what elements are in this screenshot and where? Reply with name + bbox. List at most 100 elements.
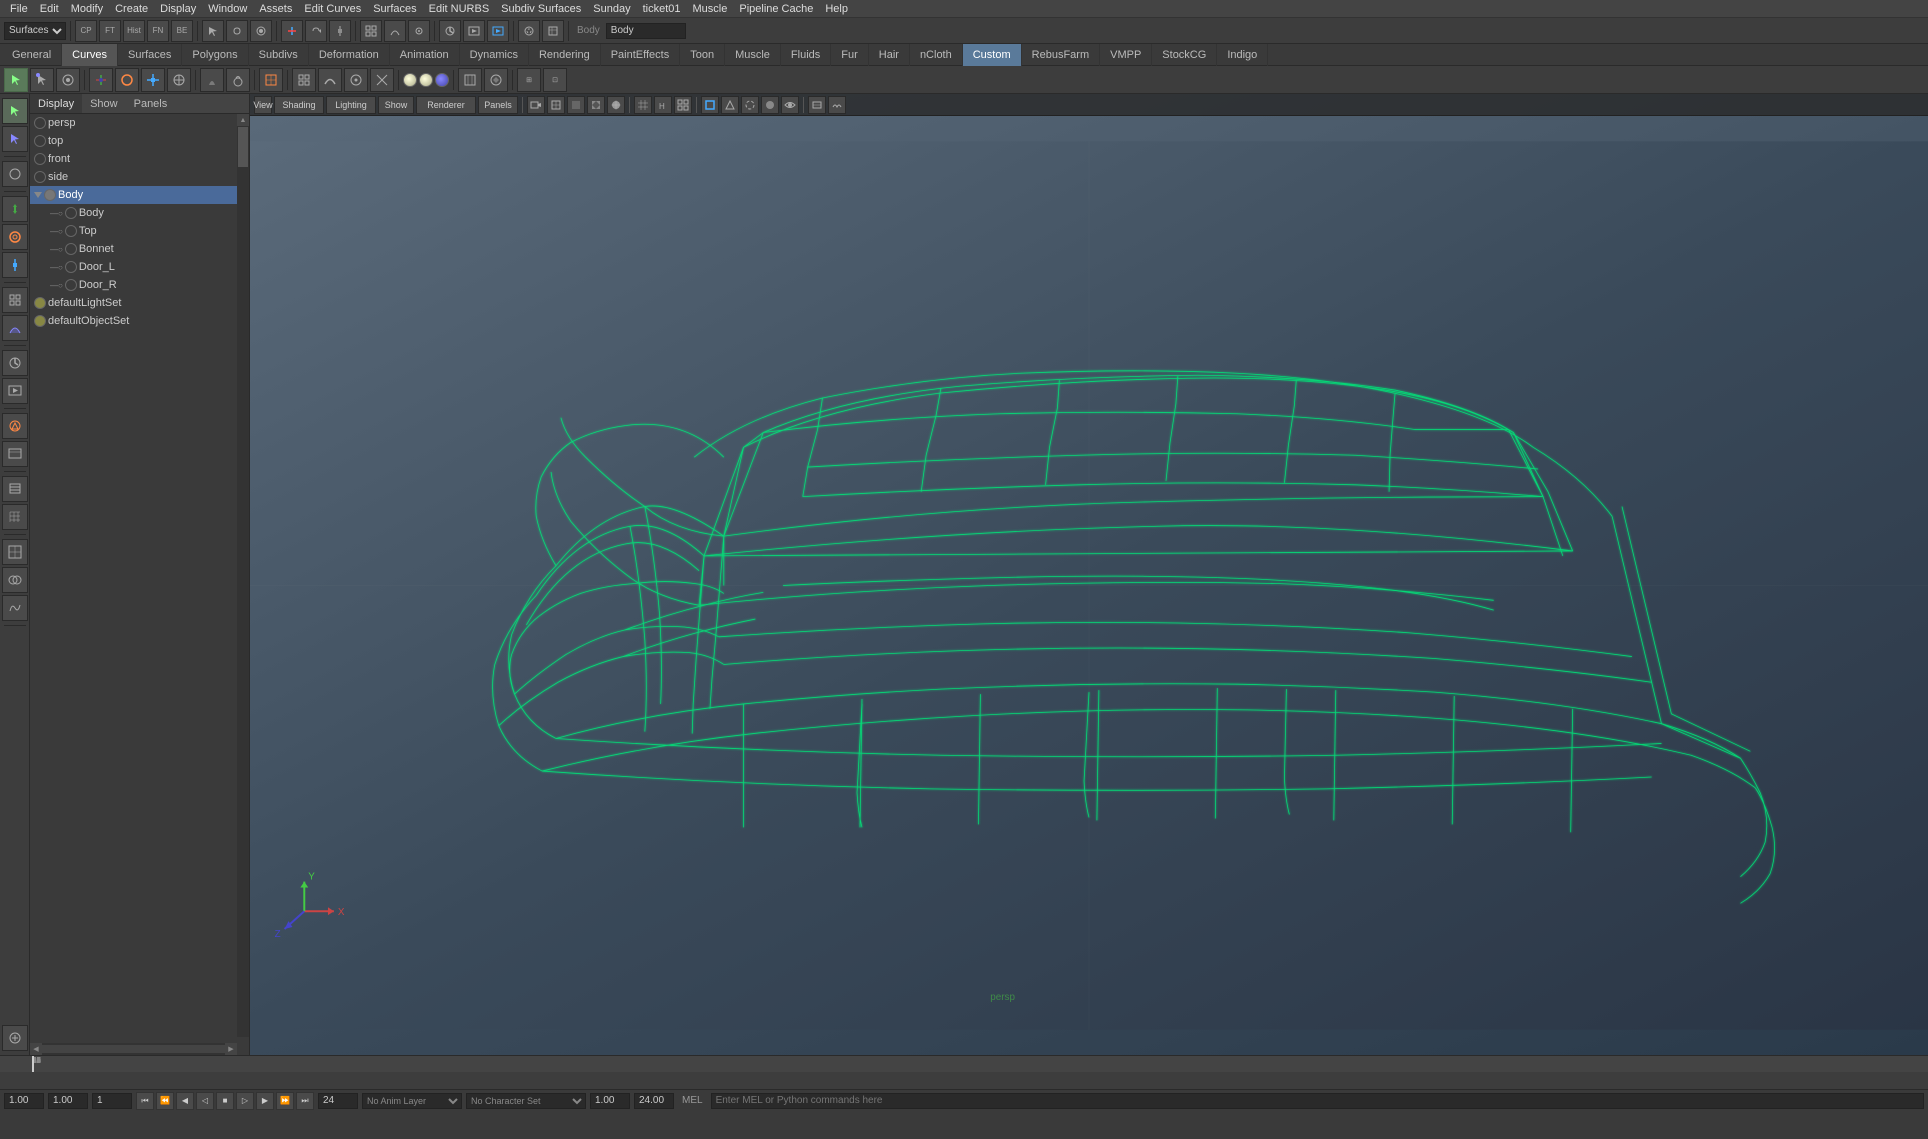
tab-toon[interactable]: Toon <box>680 44 725 66</box>
tab-animation[interactable]: Animation <box>390 44 460 66</box>
toolbar-ipr-btn[interactable] <box>487 20 509 42</box>
playback-end-input[interactable] <box>634 1093 674 1109</box>
vp-backface-btn[interactable] <box>721 96 739 114</box>
outliner-item-bonnet[interactable]: —○ Bonnet <box>30 240 249 258</box>
menu-help[interactable]: Help <box>819 0 854 18</box>
playback-start-input[interactable] <box>590 1093 630 1109</box>
outliner-hscrollbar[interactable]: ◀ ▶ <box>30 1043 237 1055</box>
tab-hair[interactable]: Hair <box>869 44 910 66</box>
tab-surfaces[interactable]: Surfaces <box>118 44 182 66</box>
toolbar-btn-ft[interactable]: FT <box>99 20 121 42</box>
scroll-left-btn[interactable]: ◀ <box>30 1043 42 1055</box>
pb-last-frame-btn[interactable]: ⏭ <box>296 1092 314 1110</box>
outliner-vscrollbar[interactable]: ▲ <box>237 114 249 1037</box>
tab-curves[interactable]: Curves <box>62 44 118 66</box>
tool-paint-select-btn[interactable] <box>56 68 80 92</box>
vp-menu-panels[interactable]: Panels <box>478 96 518 114</box>
tool-soft-select-btn[interactable] <box>2 315 28 341</box>
tab-rebusfarm[interactable]: RebusFarm <box>1022 44 1100 66</box>
vp-menu-view[interactable]: View <box>254 96 272 114</box>
toolbar-history-btn[interactable] <box>439 20 461 42</box>
tool-layer-btn[interactable] <box>2 476 28 502</box>
vp-grid-btn[interactable] <box>634 96 652 114</box>
tool-soft-mod-btn[interactable] <box>200 68 224 92</box>
tab-vmpp[interactable]: VMPP <box>1100 44 1152 66</box>
menu-display[interactable]: Display <box>154 0 202 18</box>
toolbar-snap-curve-btn[interactable] <box>384 20 406 42</box>
toolbar-btn-be[interactable]: BE <box>171 20 193 42</box>
tool-component-btn[interactable] <box>30 68 54 92</box>
toolbar-wireframe-btn[interactable] <box>542 20 564 42</box>
toolbar-scale-btn[interactable] <box>329 20 351 42</box>
tool-arnold-render-btn[interactable] <box>2 413 28 439</box>
tool-subdivide-btn[interactable] <box>2 539 28 565</box>
panel-tab-show[interactable]: Show <box>82 94 126 113</box>
outliner-item-default-object-set[interactable]: defaultObjectSet <box>30 312 249 330</box>
anim-layer-select[interactable]: No Anim Layer <box>362 1093 462 1109</box>
pb-next-frame-btn[interactable]: ▶ <box>256 1092 274 1110</box>
tool-scale-btn[interactable] <box>141 68 165 92</box>
tab-deformation[interactable]: Deformation <box>309 44 390 66</box>
vp-menu-lighting[interactable]: Lighting <box>326 96 376 114</box>
current-time-input[interactable]: 1.00 <box>48 1093 88 1109</box>
pb-next-key-btn[interactable]: ⏩ <box>276 1092 294 1110</box>
tool-grid-btn[interactable] <box>2 504 28 530</box>
object-name-input[interactable] <box>606 23 686 39</box>
toolbar-lasso-btn[interactable] <box>226 20 248 42</box>
tool-snap-curve-btn[interactable] <box>318 68 342 92</box>
mel-input[interactable] <box>711 1093 1924 1109</box>
tab-fur[interactable]: Fur <box>831 44 869 66</box>
tool-snap-view-btn[interactable] <box>370 68 394 92</box>
tab-dynamics[interactable]: Dynamics <box>460 44 529 66</box>
range-end-val-input[interactable] <box>318 1093 358 1109</box>
range-start-input[interactable]: 1.00 <box>4 1093 44 1109</box>
outliner-item-door-l[interactable]: —○ Door_L <box>30 258 249 276</box>
vp-wireframe-btn[interactable] <box>547 96 565 114</box>
tool-component-mode-btn[interactable] <box>2 126 28 152</box>
vp-camera-btn[interactable] <box>527 96 545 114</box>
toolbar-rotate-btn[interactable] <box>305 20 327 42</box>
tool-scale-mode-btn[interactable] <box>2 252 28 278</box>
tool-rotate-btn[interactable] <box>115 68 139 92</box>
pb-play-back-btn[interactable]: ◁ <box>196 1092 214 1110</box>
panel-tab-panels[interactable]: Panels <box>126 94 176 113</box>
tool-renderer-settings-btn[interactable] <box>458 68 482 92</box>
menu-pipeline-cache[interactable]: Pipeline Cache <box>733 0 819 18</box>
outliner-item-body[interactable]: —○ Body <box>30 204 249 222</box>
pb-prev-key-btn[interactable]: ⏪ <box>156 1092 174 1110</box>
vp-viewport4-btn[interactable] <box>674 96 692 114</box>
tool-select-btn[interactable] <box>4 68 28 92</box>
tab-indigo[interactable]: Indigo <box>1217 44 1268 66</box>
tab-polygons[interactable]: Polygons <box>182 44 248 66</box>
menu-ticket01[interactable]: ticket01 <box>637 0 687 18</box>
tab-ncloth[interactable]: nCloth <box>910 44 963 66</box>
tab-rendering[interactable]: Rendering <box>529 44 601 66</box>
tool-snap-point-btn[interactable] <box>344 68 368 92</box>
menu-file[interactable]: File <box>4 0 34 18</box>
tab-fluids[interactable]: Fluids <box>781 44 831 66</box>
tool-snap-grid-btn[interactable] <box>292 68 316 92</box>
vp-show-isolate-btn[interactable] <box>781 96 799 114</box>
vp-ncloth-btn[interactable] <box>828 96 846 114</box>
tool-snap-btn[interactable] <box>2 287 28 313</box>
toolbar-render-btn[interactable] <box>463 20 485 42</box>
timeline-playhead[interactable] <box>32 1056 34 1072</box>
vp-solid-btn[interactable] <box>567 96 585 114</box>
scroll-up-btn[interactable]: ▲ <box>237 114 249 126</box>
pb-first-frame-btn[interactable]: ⏮ <box>136 1092 154 1110</box>
tool-paint-selection-btn[interactable] <box>2 161 28 187</box>
toolbar-snap-grid-btn[interactable] <box>360 20 382 42</box>
menu-surfaces[interactable]: Surfaces <box>367 0 422 18</box>
menu-edit[interactable]: Edit <box>34 0 65 18</box>
outliner-item-top-child[interactable]: —○ Top <box>30 222 249 240</box>
vp-texture-btn[interactable] <box>587 96 605 114</box>
tab-muscle[interactable]: Muscle <box>725 44 781 66</box>
tool-select-mode-btn[interactable] <box>2 98 28 124</box>
character-set-select[interactable]: No Character Set <box>466 1093 586 1109</box>
tool-boolean-btn[interactable] <box>2 567 28 593</box>
vp-sel-highlight-btn[interactable] <box>701 96 719 114</box>
toolbar-move-btn[interactable] <box>281 20 303 42</box>
vp-menu-show[interactable]: Show <box>378 96 414 114</box>
vp-xray-btn[interactable] <box>741 96 759 114</box>
pb-stop-btn[interactable]: ■ <box>216 1092 234 1110</box>
